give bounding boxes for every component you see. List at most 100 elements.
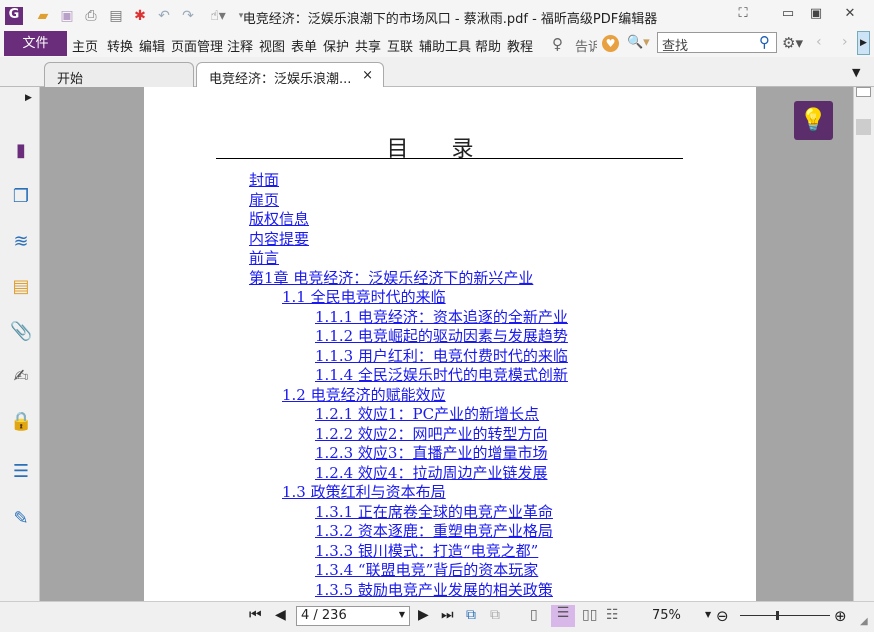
redo-icon[interactable]: ↷ — [179, 8, 197, 24]
zoom-level[interactable]: 75% — [652, 608, 681, 623]
file-menu[interactable]: 文件 — [4, 31, 67, 56]
toc-link[interactable]: 第1章 电竞经济：泛娱乐经济下的新兴产业 — [249, 269, 568, 289]
continuous-page-icon[interactable]: ☰ — [551, 605, 575, 627]
page-thumbnails-icon[interactable]: ❐ — [10, 186, 32, 208]
last-page-button[interactable]: ⏭ — [441, 607, 454, 623]
toc-link[interactable]: 1.1.3 用户红利：电竞付费时代的来临 — [315, 347, 568, 367]
first-page-button[interactable]: ⏮ — [249, 607, 262, 623]
toc-link[interactable]: 1.3.1 正在席卷全球的电竞产业革命 — [315, 503, 568, 523]
toc-link[interactable]: 版权信息 — [249, 210, 568, 230]
page-number-input[interactable]: 4 / 236 ▼ — [296, 606, 410, 626]
scroll-up-button[interactable] — [856, 87, 871, 97]
toc-link[interactable]: 1.2.1 效应1：PC产业的新增长点 — [315, 405, 568, 425]
minimize-button[interactable]: ▭ — [778, 6, 798, 24]
tab-list-dropdown-icon[interactable]: ▼ — [852, 66, 860, 79]
menu-page-manage[interactable]: 页面管理 — [171, 36, 223, 55]
bookmark-icon[interactable]: ▮ — [10, 140, 32, 162]
toc-link[interactable]: 1.1.1 电竞经济：资本追逐的全新产业 — [315, 308, 568, 328]
toc-link[interactable]: 1.2 电竞经济的赋能效应 — [282, 386, 568, 406]
search-icon[interactable]: ⚲ — [759, 33, 770, 51]
toc-link[interactable]: 1.3 政策红利与资本布局 — [282, 483, 568, 503]
toc-link[interactable]: 1.3.3 银川模式：打造“电竞之都” — [315, 542, 568, 562]
toc-link[interactable]: 1.1 全民电竞时代的来临 — [282, 288, 568, 308]
ribbon-scroll-right[interactable]: ▶ — [857, 31, 870, 55]
heart-icon[interactable]: ♥ — [602, 35, 619, 52]
toc-link[interactable]: 1.2.4 效应4：拉动周边产业链发展 — [315, 464, 568, 484]
maximize-button[interactable]: ▣ — [806, 6, 826, 24]
zoom-in-button[interactable]: ⊕ — [834, 607, 847, 625]
comments-icon[interactable]: ▤ — [10, 276, 32, 298]
menu-protect[interactable]: 保护 — [323, 36, 349, 55]
app-logo-icon: G — [5, 7, 23, 25]
layers-icon[interactable]: ≋ — [10, 231, 32, 253]
print-icon[interactable]: ⎙ — [82, 8, 100, 24]
menu-tutorial[interactable]: 教程 — [507, 36, 533, 55]
find-folder-icon[interactable]: 🔍▾ — [627, 35, 650, 50]
zoom-slider-thumb[interactable] — [776, 611, 779, 620]
toc-link[interactable]: 内容提要 — [249, 230, 568, 250]
properties-icon[interactable]: ▤ — [107, 8, 125, 24]
previous-page-button[interactable]: ◀ — [275, 607, 286, 623]
status-bar — [0, 601, 874, 632]
new-icon[interactable]: ✱ — [131, 8, 149, 24]
toc-link[interactable]: 1.1.4 全民泛娱乐时代的电竞模式创新 — [315, 366, 568, 386]
zoom-slider[interactable] — [740, 611, 830, 620]
toc-link[interactable]: 1.1.2 电竞崛起的驱动因素与发展趋势 — [315, 327, 568, 347]
tab-start[interactable]: 开始 — [44, 62, 194, 87]
toc-link[interactable]: 前言 — [249, 249, 568, 269]
menu-form[interactable]: 表单 — [291, 36, 317, 55]
toc-link[interactable]: 扉页 — [249, 191, 568, 211]
single-page-icon[interactable]: ▯ — [530, 607, 538, 623]
pdf-page: 目 录 封面 扉页 版权信息 内容提要 前言 第1章 电竞经济：泛娱乐经济下的新兴产业 1.… — [144, 87, 756, 601]
expand-sidebar-icon[interactable]: ▶ — [25, 93, 32, 103]
zoom-dropdown-icon[interactable]: ▼ — [705, 610, 711, 619]
menu-share[interactable]: 共享 — [355, 36, 381, 55]
scroll-thumb[interactable] — [856, 119, 871, 135]
toc-link[interactable]: 1.3.4 “联盟电竞”背后的资本玩家 — [315, 561, 568, 581]
tell-me[interactable]: 告诉 — [575, 36, 597, 55]
undo-icon[interactable]: ↶ — [155, 8, 173, 24]
menu-home[interactable]: 主页 — [72, 36, 98, 55]
previous-view-icon[interactable]: ⧉ — [466, 607, 476, 623]
toc-link[interactable]: 1.2.2 效应2：网吧产业的转型方向 — [315, 425, 568, 445]
toc-link[interactable]: 1.3.5 鼓励电竞产业发展的相关政策 — [315, 581, 568, 601]
next-view-icon[interactable]: ⧉ — [490, 607, 500, 623]
menu-comment[interactable]: 注释 — [227, 36, 253, 55]
certificate-icon[interactable]: ✎ — [10, 508, 32, 530]
resize-grip-icon[interactable]: ◢ — [860, 616, 868, 627]
zoom-out-button[interactable]: ⊖ — [716, 607, 729, 625]
menu-edit[interactable]: 编辑 — [139, 36, 165, 55]
document-view: 目 录 封面 扉页 版权信息 内容提要 前言 第1章 电竞经济：泛娱乐经济下的新兴产业 1.… — [40, 87, 853, 601]
toc-link[interactable]: 封面 — [249, 171, 568, 191]
back-icon[interactable]: ‹ — [816, 34, 822, 50]
split-view-icon[interactable]: ☷ — [606, 607, 619, 623]
page-number: 4 / 236 — [301, 608, 347, 623]
toc-link[interactable]: 1.2.3 效应3：直播产业的增量市场 — [315, 444, 568, 464]
close-button[interactable]: ✕ — [840, 6, 860, 24]
save-icon[interactable]: ▣ — [58, 8, 76, 24]
tab-document[interactable]: 电竞经济：泛娱乐浪潮... × — [196, 62, 384, 87]
tips-lightbulb-button[interactable]: 💡 — [794, 101, 833, 140]
menu-view[interactable]: 视图 — [259, 36, 285, 55]
window-title: 电竞经济：泛娱乐浪潮下的市场风口 - 蔡湫雨.pdf - 福昕高级PDF编辑器 — [242, 12, 658, 27]
toc-link[interactable]: 1.3.2 资本逐鹿：重塑电竞产业格局 — [315, 522, 568, 542]
tab-close-icon[interactable]: × — [362, 68, 373, 83]
menu-connect[interactable]: 互联 — [387, 36, 413, 55]
open-icon[interactable]: ▰ — [34, 8, 52, 24]
fullscreen-icon[interactable]: ⛶ — [733, 6, 753, 24]
menu-accessibility[interactable]: 辅助工具 — [419, 36, 471, 55]
tab-label: 开始 — [57, 72, 84, 87]
security-lock-icon[interactable]: 🔒 — [10, 411, 32, 433]
menu-convert[interactable]: 转换 — [107, 36, 133, 55]
settings-icon[interactable]: ⚙▾ — [782, 34, 803, 52]
table-of-contents: 封面 扉页 版权信息 内容提要 前言 第1章 电竞经济：泛娱乐经济下的新兴产业 1.1 全民… — [249, 171, 568, 600]
lightbulb-icon[interactable]: ♀ — [552, 35, 563, 53]
menu-help[interactable]: 帮助 — [475, 36, 501, 55]
attachments-icon[interactable]: 📎 — [10, 321, 32, 343]
next-page-button[interactable]: ▶ — [418, 607, 429, 623]
vertical-scrollbar[interactable] — [853, 87, 874, 601]
form-fields-icon[interactable]: ☰ — [10, 461, 32, 483]
signature-icon[interactable]: ✍ — [10, 366, 32, 388]
facing-pages-icon[interactable]: ▯▯ — [582, 607, 597, 623]
forward-icon[interactable]: › — [842, 34, 848, 50]
